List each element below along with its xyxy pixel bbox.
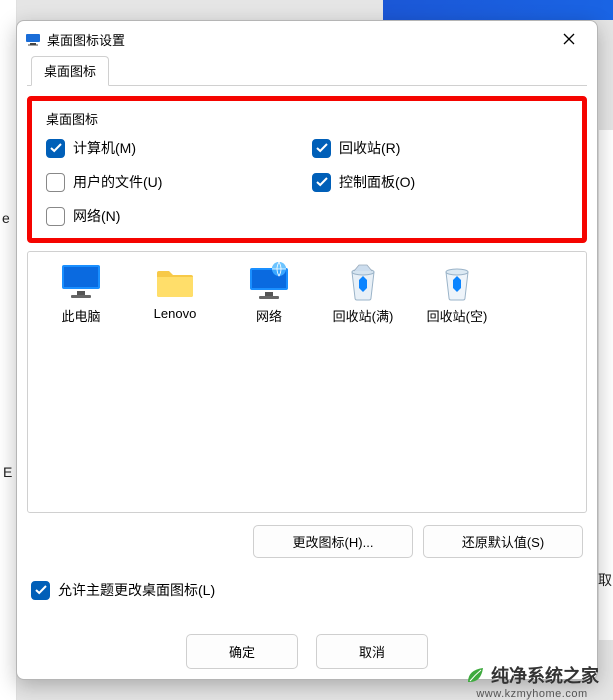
checkbox-label: 计算机(M) [73,138,136,158]
cancel-button[interactable]: 取消 [316,634,428,669]
icon-label: 此电脑 [34,306,128,325]
recycle-bin-empty-icon [410,262,504,302]
checkbox-icon [31,581,50,600]
ok-button[interactable]: 确定 [186,634,298,669]
icon-item-network[interactable]: 网络 [222,262,316,325]
button-label: 还原默认值(S) [462,535,544,550]
stray-text: 取 [598,570,612,590]
stray-text: E [3,464,12,480]
checkbox-icon [46,207,65,226]
checkbox-recycle-bin[interactable]: 回收站(R) [312,138,568,158]
checkbox-grid: 计算机(M) 回收站(R) 用户的文件(U) 控制面板(O) 网络(N) [46,138,568,226]
background-panel-right [599,130,613,640]
icon-item-lenovo[interactable]: Lenovo [128,262,222,321]
dialog-content: 桌面图标 计算机(M) 回收站(R) 用户的文件(U) 控制面板(O) [17,86,597,610]
icon-label: 网络 [222,306,316,325]
button-label: 取消 [359,645,385,660]
checkbox-allow-themes[interactable]: 允许主题更改桌面图标(L) [27,580,587,600]
desktop-icon-settings-dialog: 桌面图标设置 桌面图标 桌面图标 计算机(M) 回收站(R) [16,20,598,680]
checkbox-icon [312,139,331,158]
icon-label: 回收站(满) [316,306,410,325]
checkbox-user-files[interactable]: 用户的文件(U) [46,172,302,192]
icon-item-recycle-empty[interactable]: 回收站(空) [410,262,504,325]
window-title: 桌面图标设置 [47,30,547,49]
checkbox-label: 允许主题更改桌面图标(L) [58,580,215,600]
watermark-url: www.kzmyhome.com [457,688,607,700]
icon-item-this-pc[interactable]: 此电脑 [34,262,128,325]
checkbox-computer[interactable]: 计算机(M) [46,138,302,158]
checkbox-label: 用户的文件(U) [73,172,162,192]
icon-label: Lenovo [128,306,222,321]
background-accent [383,0,613,20]
button-label: 更改图标(H)... [293,535,374,550]
dialog-footer: 确定 取消 [17,634,597,669]
stray-text: e [2,210,10,226]
group-label: 桌面图标 [46,109,568,128]
tab-desktop-icons[interactable]: 桌面图标 [31,56,109,86]
icon-preview-panel: 此电脑 Lenovo 网络 回收站(满) [27,251,587,513]
checkbox-icon [46,173,65,192]
close-icon [563,33,575,45]
change-icon-button[interactable]: 更改图标(H)... [253,525,413,558]
checkbox-icon [312,173,331,192]
monitor-icon [34,262,128,302]
icon-label: 回收站(空) [410,306,504,325]
app-icon [25,31,41,47]
button-label: 确定 [229,645,255,660]
checkbox-icon [46,139,65,158]
checkbox-control-panel[interactable]: 控制面板(O) [312,172,568,192]
recycle-bin-full-icon [316,262,410,302]
checkbox-network[interactable]: 网络(N) [46,206,302,226]
network-icon [222,262,316,302]
checkbox-label: 控制面板(O) [339,172,415,192]
titlebar: 桌面图标设置 [17,21,597,57]
close-button[interactable] [547,24,591,54]
tab-label: 桌面图标 [44,64,96,79]
folder-icon [128,262,222,302]
tabstrip: 桌面图标 [27,57,587,86]
restore-default-button[interactable]: 还原默认值(S) [423,525,583,558]
background-panel-left [0,0,17,700]
checkbox-label: 网络(N) [73,206,120,226]
desktop-icons-groupbox: 桌面图标 计算机(M) 回收站(R) 用户的文件(U) 控制面板(O) [27,96,587,243]
icon-item-recycle-full[interactable]: 回收站(满) [316,262,410,325]
checkbox-label: 回收站(R) [339,138,400,158]
icon-action-buttons: 更改图标(H)... 还原默认值(S) [27,525,587,558]
